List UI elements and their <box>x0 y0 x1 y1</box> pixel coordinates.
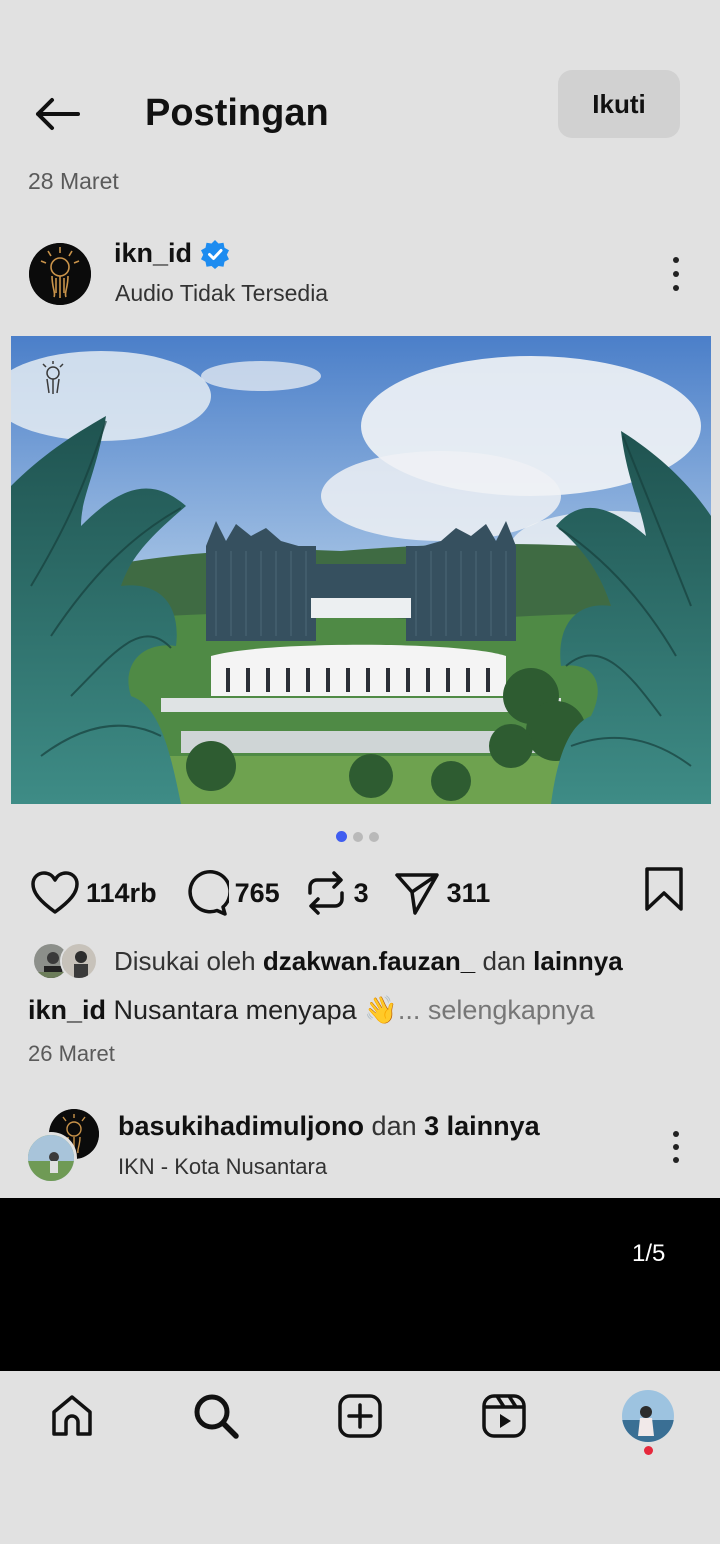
repost-button[interactable]: 3 <box>304 869 369 917</box>
comment-count: 765 <box>234 877 280 908</box>
next-post-authors: basukihadimuljono dan 3 lainnya <box>118 1111 540 1141</box>
nav-home[interactable] <box>46 1390 98 1442</box>
more-dot-icon <box>673 1157 679 1163</box>
post-date: 26 Maret <box>28 1041 115 1066</box>
pager-dot <box>369 831 379 842</box>
follow-button[interactable]: Ikuti <box>558 70 680 138</box>
caption-username[interactable]: ikn_id <box>28 995 106 1025</box>
nav-profile-avatar[interactable] <box>622 1390 674 1442</box>
post-caption[interactable]: ikn_id Nusantara menyapa 👋... selengkapn… <box>28 994 594 1026</box>
see-more-link[interactable]: selengkapnya <box>428 995 595 1025</box>
author-avatar-next[interactable] <box>25 1132 77 1184</box>
post-actions: 114rb 765 3 311 <box>30 865 514 921</box>
next-post-username[interactable]: basukihadimuljono <box>118 1111 364 1141</box>
next-post-media[interactable] <box>0 1198 720 1371</box>
share-count: 311 <box>446 877 491 908</box>
pager-dot-active <box>336 831 347 842</box>
notification-dot <box>644 1446 653 1455</box>
back-button[interactable] <box>26 88 86 140</box>
liked-by-user[interactable]: dzakwan.fauzan_ <box>263 946 475 976</box>
post-image[interactable] <box>11 336 711 804</box>
liked-by-row[interactable]: Disukai oleh dzakwan.fauzan_ dan lainnya <box>32 942 623 980</box>
next-post-options-button[interactable] <box>660 1129 692 1165</box>
like-count: 114rb <box>86 877 157 908</box>
carousel-pager <box>336 831 379 842</box>
post-date-top: 28 Maret <box>28 168 119 194</box>
bookmark-icon <box>645 867 683 911</box>
more-dot-icon <box>673 1131 679 1137</box>
liked-by-text: Disukai oleh dzakwan.fauzan_ dan lainnya <box>114 945 623 976</box>
page-title: Postingan <box>145 92 329 134</box>
author-username[interactable]: ikn_id <box>114 238 192 269</box>
search-icon <box>194 1394 239 1439</box>
like-button[interactable]: 114rb <box>30 870 157 916</box>
repost-count: 3 <box>353 877 369 908</box>
next-post-location[interactable]: IKN - Kota Nusantara <box>118 1154 327 1180</box>
send-icon <box>394 873 439 915</box>
verified-badge-icon <box>201 239 230 269</box>
media-counter: 1/5 <box>632 1240 666 1267</box>
home-icon <box>52 1395 92 1436</box>
more-dot-icon <box>673 271 679 277</box>
nav-search[interactable] <box>190 1390 242 1442</box>
share-button[interactable]: 311 <box>393 870 491 916</box>
arrow-left-icon <box>36 98 80 130</box>
liker-avatar <box>60 942 98 980</box>
repost-icon <box>307 871 344 915</box>
next-post-others[interactable]: 3 lainnya <box>424 1111 540 1141</box>
comment-icon <box>187 869 229 916</box>
pager-dot <box>353 831 363 842</box>
post-options-button[interactable] <box>660 255 692 293</box>
heart-icon <box>31 871 79 914</box>
nav-reels[interactable] <box>478 1390 530 1442</box>
audio-status[interactable]: Audio Tidak Tersedia <box>115 280 328 307</box>
reels-icon <box>482 1394 526 1438</box>
liked-by-others[interactable]: lainnya <box>533 946 623 976</box>
create-icon <box>338 1394 382 1438</box>
author-name-row: ikn_id <box>114 238 230 269</box>
nav-create[interactable] <box>334 1390 386 1442</box>
caption-text: Nusantara menyapa 👋 <box>113 995 398 1025</box>
more-dot-icon <box>673 1144 679 1150</box>
author-avatar[interactable] <box>29 243 91 305</box>
comment-button[interactable]: 765 <box>181 869 280 917</box>
more-dot-icon <box>673 285 679 291</box>
more-dot-icon <box>673 257 679 263</box>
save-button[interactable] <box>642 866 686 917</box>
